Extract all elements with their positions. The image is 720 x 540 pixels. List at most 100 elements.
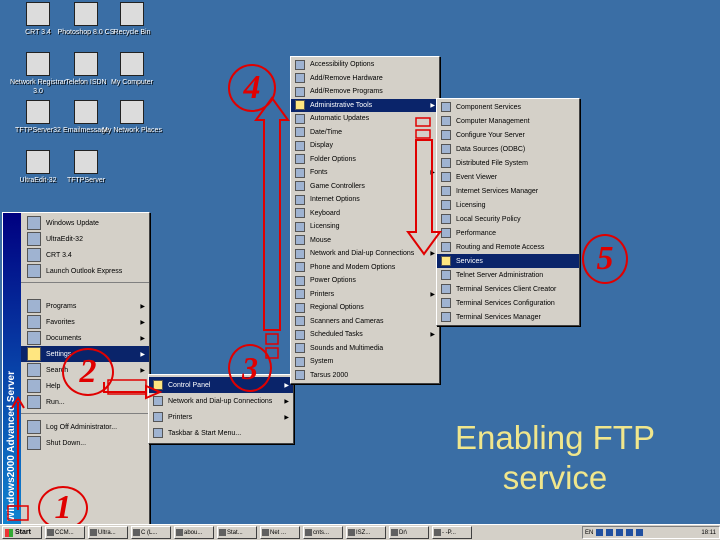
admin-tools-item-licensing[interactable]: Licensing bbox=[437, 198, 579, 212]
control-panel-item-system[interactable]: System bbox=[291, 355, 439, 369]
control-panel-item-keyboard[interactable]: Keyboard bbox=[291, 207, 439, 221]
taskbar-button[interactable]: C (L... bbox=[131, 526, 171, 539]
control-panel-item-label: Display bbox=[310, 142, 333, 150]
start-menu-item-log-off-administrator[interactable]: Log Off Administrator... bbox=[21, 419, 149, 435]
control-panel-item-label: Administrative Tools bbox=[310, 101, 373, 109]
control-panel-item-display[interactable]: Display bbox=[291, 139, 439, 153]
tray-icon[interactable] bbox=[596, 529, 604, 536]
tray-icon[interactable] bbox=[626, 529, 634, 536]
desktop-icon-tftpserver[interactable]: TFTPServer bbox=[54, 150, 118, 185]
admin-tools-item-component-services[interactable]: Component Services bbox=[437, 100, 579, 114]
admin-tools-item-routing-and-remote-access[interactable]: Routing and Remote Access bbox=[437, 240, 579, 254]
language-indicator[interactable]: EN bbox=[585, 530, 593, 536]
control-panel-item-sounds-and-multimedia[interactable]: Sounds and Multimedia bbox=[291, 342, 439, 356]
start-menu-item-shut-down[interactable]: Shut Down... bbox=[21, 435, 149, 451]
admin-tools-item-services[interactable]: Services bbox=[437, 254, 579, 268]
start-menu-item-label: Favorites bbox=[46, 318, 75, 326]
taskbar-button[interactable]: cnts... bbox=[303, 526, 343, 539]
control-panel-item-date-time[interactable]: Date/Time bbox=[291, 126, 439, 140]
control-panel-item-label: Scheduled Tasks bbox=[310, 331, 363, 339]
tftp-icon bbox=[26, 100, 50, 124]
settings-item-printers[interactable]: Printers ▶ bbox=[149, 409, 293, 425]
clock[interactable]: 18:11 bbox=[701, 530, 716, 536]
control-panel-item-label: Automatic Updates bbox=[310, 115, 370, 123]
admin-tools-item-data-sources-odbc[interactable]: Data Sources (ODBC) bbox=[437, 142, 579, 156]
control-panel-item-scanners-and-cameras[interactable]: Scanners and Cameras bbox=[291, 315, 439, 329]
control-panel-item-power-options[interactable]: Power Options bbox=[291, 274, 439, 288]
control-panel-item-accessibility-options[interactable]: Accessibility Options bbox=[291, 58, 439, 72]
taskbar-button[interactable]: abou... bbox=[174, 526, 214, 539]
start-menu-item-ultraedit-32[interactable]: UltraEdit-32 bbox=[21, 231, 149, 247]
event-viewer-icon bbox=[441, 172, 451, 182]
taskbar-button[interactable]: CCM... bbox=[45, 526, 85, 539]
start-menu-item-crt-3-4[interactable]: CRT 3.4 bbox=[21, 247, 149, 263]
tray-icon[interactable] bbox=[606, 529, 614, 536]
desktop-icon-recycle-bin[interactable]: Recycle Bin bbox=[100, 2, 164, 37]
start-menu-item-windows-update[interactable]: Windows Update bbox=[21, 215, 149, 231]
control-panel-item-licensing[interactable]: Licensing bbox=[291, 220, 439, 234]
terminal-services-configuration-icon bbox=[441, 298, 451, 308]
control-panel-item-fonts[interactable]: Fonts ▶ bbox=[291, 166, 439, 180]
desktop-icon-my-network-places[interactable]: My Network Places bbox=[100, 100, 164, 135]
admin-tools-item-computer-management[interactable]: Computer Management bbox=[437, 114, 579, 128]
start-button[interactable]: Start bbox=[2, 526, 42, 539]
admin-tools-item-distributed-file-system[interactable]: Distributed File System bbox=[437, 156, 579, 170]
control-panel-item-phone-and-modem-options[interactable]: Phone and Modem Options bbox=[291, 261, 439, 275]
tray-icon[interactable] bbox=[616, 529, 624, 536]
settings-item-network-and-dial-up-connections[interactable]: Network and Dial-up Connections ▶ bbox=[149, 393, 293, 409]
control-panel-item-label: Power Options bbox=[310, 277, 356, 285]
printers-icon bbox=[295, 289, 305, 300]
taskbar-button[interactable]: ISZ... bbox=[346, 526, 386, 539]
admin-tools-item-label: Event Viewer bbox=[456, 173, 498, 181]
step-4-annotation: 4 bbox=[228, 64, 276, 112]
computer-icon bbox=[26, 2, 50, 26]
control-panel-item-add-remove-hardware[interactable]: Add/Remove Hardware bbox=[291, 72, 439, 86]
control-panel-submenu: Accessibility Options Add/Remove Hardware… bbox=[290, 56, 440, 384]
admin-tools-item-local-security-policy[interactable]: Local Security Policy bbox=[437, 212, 579, 226]
taskbar-button[interactable]: Ultra... bbox=[88, 526, 128, 539]
taskbar-button[interactable]: Dr\ bbox=[389, 526, 429, 539]
control-panel-item-folder-options[interactable]: Folder Options bbox=[291, 153, 439, 167]
submenu-arrow-icon: ▶ bbox=[430, 332, 435, 339]
internet-options-icon bbox=[295, 194, 305, 205]
start-menu-item-run[interactable]: Run... bbox=[21, 394, 149, 410]
admin-tools-item-internet-services-manager[interactable]: Internet Services Manager bbox=[437, 184, 579, 198]
admin-tools-item-configure-your-server[interactable]: Configure Your Server bbox=[437, 128, 579, 142]
admin-tools-item-event-viewer[interactable]: Event Viewer bbox=[437, 170, 579, 184]
control-panel-item-administrative-tools[interactable]: Administrative Tools ▶ bbox=[291, 98, 439, 112]
control-panel-item-label: Game Controllers bbox=[310, 182, 365, 190]
control-panel-item-network-and-dial-up-connections[interactable]: Network and Dial-up Connections ▶ bbox=[291, 247, 439, 261]
tray-icon[interactable] bbox=[636, 529, 644, 536]
start-menu-item-label: Windows Update bbox=[46, 219, 99, 227]
control-panel-item-add-remove-programs[interactable]: Add/Remove Programs bbox=[291, 85, 439, 99]
start-menu-item-launch-outlook-express[interactable]: Launch Outlook Express bbox=[21, 263, 149, 279]
taskbar-button-label: ISZ... bbox=[356, 529, 371, 536]
control-panel-item-scheduled-tasks[interactable]: Scheduled Tasks ▶ bbox=[291, 328, 439, 342]
admin-tools-item-terminal-services-manager[interactable]: Terminal Services Manager bbox=[437, 310, 579, 324]
control-panel-item-regional-options[interactable]: Regional Options bbox=[291, 301, 439, 315]
start-menu-item-programs[interactable]: Programs ▶ bbox=[21, 298, 149, 314]
desktop-icon-label: Recycle Bin bbox=[113, 29, 151, 36]
control-panel-item-printers[interactable]: Printers ▶ bbox=[291, 288, 439, 302]
admin-tools-item-telnet-server-administration[interactable]: Telnet Server Administration bbox=[437, 268, 579, 282]
admin-tools-item-terminal-services-configuration[interactable]: Terminal Services Configuration bbox=[437, 296, 579, 310]
settings-item-control-panel[interactable]: Control Panel ▶ bbox=[149, 377, 293, 393]
taskbar-button[interactable]: Net ... bbox=[260, 526, 300, 539]
control-panel-item-mouse[interactable]: Mouse bbox=[291, 234, 439, 248]
control-panel-item-automatic-updates[interactable]: Automatic Updates bbox=[291, 112, 439, 126]
settings-item-taskbar-start-menu[interactable]: Taskbar & Start Menu... bbox=[149, 425, 293, 441]
start-menu-item-documents[interactable]: Documents ▶ bbox=[21, 330, 149, 346]
desktop-icon-my-computer[interactable]: My Computer bbox=[100, 52, 164, 87]
start-menu-item-label: Help bbox=[46, 382, 61, 390]
document-icon bbox=[74, 52, 98, 76]
admin-tools-item-terminal-services-client-creator[interactable]: Terminal Services Client Creator bbox=[437, 282, 579, 296]
taskbar-button[interactable]: - -P... bbox=[432, 526, 472, 539]
start-menu-item-favorites[interactable]: Favorites ▶ bbox=[21, 314, 149, 330]
app-icon bbox=[176, 529, 183, 536]
taskbar-button[interactable]: Stat... bbox=[217, 526, 257, 539]
admin-tools-item-performance[interactable]: Performance bbox=[437, 226, 579, 240]
control-panel-item-internet-options[interactable]: Internet Options bbox=[291, 193, 439, 207]
start-menu-item-label: Log Off Administrator... bbox=[46, 423, 118, 431]
control-panel-item-tarsus-2000[interactable]: Tarsus 2000 bbox=[291, 369, 439, 383]
control-panel-item-game-controllers[interactable]: Game Controllers bbox=[291, 180, 439, 194]
